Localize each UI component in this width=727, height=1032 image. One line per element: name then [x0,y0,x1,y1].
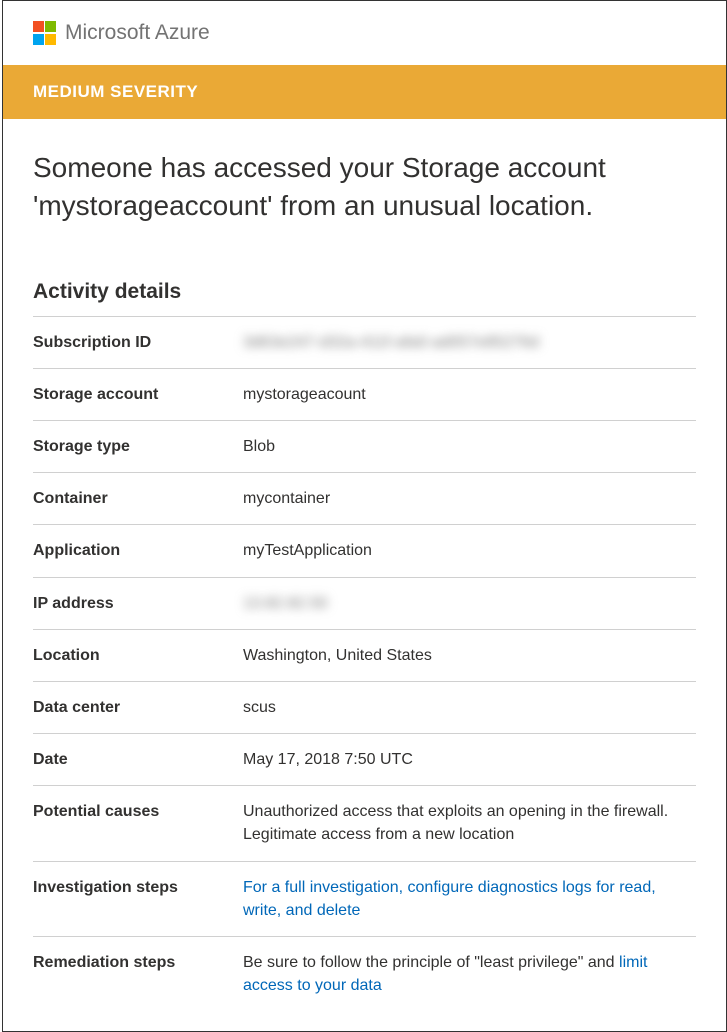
subscription-id-label: Subscription ID [33,316,243,368]
investigation-steps-value: For a full investigation, configure diag… [243,861,696,936]
alert-content: Someone has accessed your Storage accoun… [3,119,726,1031]
application-label: Application [33,525,243,577]
table-row: Data center scus [33,681,696,733]
ip-address-value: 13.82.82.50 [243,595,328,612]
date-label: Date [33,734,243,786]
brand-name: Microsoft Azure [65,21,210,45]
location-label: Location [33,629,243,681]
remediation-text-prefix: Be sure to follow the principle of "leas… [243,954,619,971]
application-value: myTestApplication [243,525,696,577]
storage-type-value: Blob [243,420,696,472]
table-row: Date May 17, 2018 7:50 UTC [33,734,696,786]
storage-account-value: mystorageacount [243,368,696,420]
date-value: May 17, 2018 7:50 UTC [243,734,696,786]
container-label: Container [33,473,243,525]
datacenter-label: Data center [33,681,243,733]
table-row: Container mycontainer [33,473,696,525]
investigation-link[interactable]: For a full investigation, configure diag… [243,879,656,919]
alert-email-container: Microsoft Azure MEDIUM SEVERITY Someone … [2,0,727,1032]
table-row: Subscription ID 3d63e247-d32a-411f-afa0-… [33,316,696,368]
severity-label: MEDIUM SEVERITY [33,82,198,101]
potential-causes-label: Potential causes [33,786,243,861]
alert-title: Someone has accessed your Storage accoun… [33,149,696,225]
table-row: Storage type Blob [33,420,696,472]
microsoft-logo-icon [33,21,57,45]
brand-header: Microsoft Azure [3,1,726,65]
investigation-steps-label: Investigation steps [33,861,243,936]
remediation-steps-value: Be sure to follow the principle of "leas… [243,937,696,1012]
ip-address-label: IP address [33,577,243,629]
location-value: Washington, United States [243,629,696,681]
subscription-id-value: 3d63e247-d32a-411f-afa0-ad057e85276d [243,334,539,351]
potential-causes-value: Unauthorized access that exploits an ope… [243,786,696,861]
storage-type-label: Storage type [33,420,243,472]
container-value: mycontainer [243,473,696,525]
activity-details-table: Subscription ID 3d63e247-d32a-411f-afa0-… [33,316,696,1012]
table-row: Storage account mystorageacount [33,368,696,420]
table-row: Investigation steps For a full investiga… [33,861,696,936]
remediation-steps-label: Remediation steps [33,937,243,1012]
severity-banner: MEDIUM SEVERITY [3,65,726,119]
table-row: Application myTestApplication [33,525,696,577]
table-row: Location Washington, United States [33,629,696,681]
table-row: IP address 13.82.82.50 [33,577,696,629]
table-row: Remediation steps Be sure to follow the … [33,937,696,1012]
activity-details-heading: Activity details [33,280,696,304]
table-row: Potential causes Unauthorized access tha… [33,786,696,861]
storage-account-label: Storage account [33,368,243,420]
datacenter-value: scus [243,681,696,733]
